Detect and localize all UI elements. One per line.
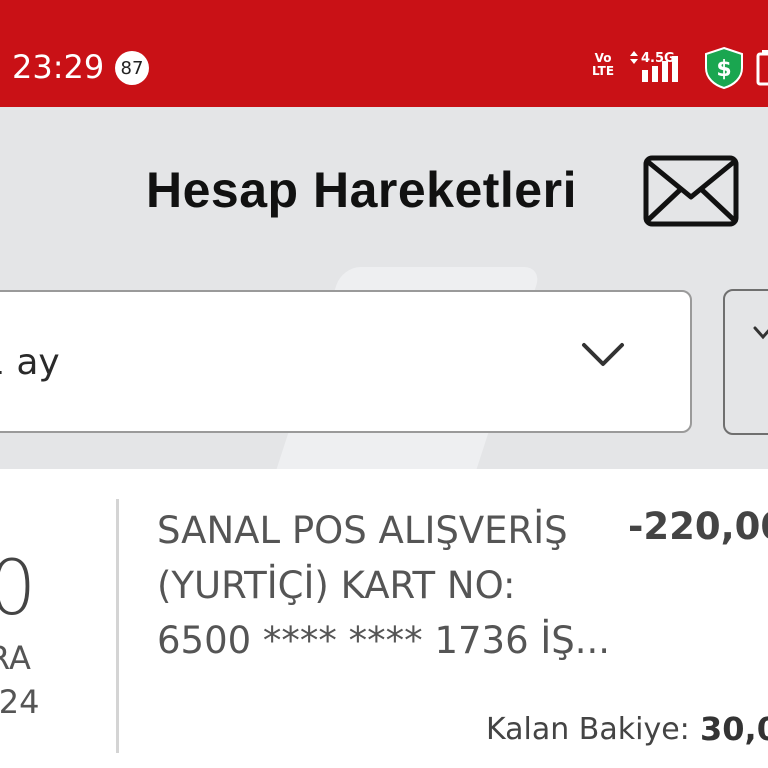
transaction-month: RA [0, 639, 31, 677]
status-bar: 23:29 87 Vo LTE 4.5G $ [0, 0, 768, 107]
transaction-day: 0 [0, 543, 37, 632]
envelope-icon[interactable] [643, 155, 739, 227]
transaction-row[interactable]: 0 RA :24 SANAL POS ALIŞVERİŞ (YURTİÇİ) K… [0, 469, 768, 768]
battery-icon [756, 50, 768, 86]
period-dropdown[interactable]: 1 ay [0, 290, 692, 433]
dollar-shield-icon: $ [705, 46, 743, 90]
divider [116, 499, 119, 753]
volte-icon: Vo LTE [590, 52, 616, 84]
header: Hesap Hareketleri 1 ay [0, 107, 768, 469]
status-time: 23:29 [12, 48, 105, 86]
page-title: Hesap Hareketleri [146, 162, 577, 218]
chevron-down-icon [753, 326, 768, 340]
period-value: 1 ay [0, 342, 60, 383]
network-type-label: 4.5G [641, 51, 675, 66]
notification-count-badge: 87 [115, 51, 149, 85]
signal-icon: 4.5G [630, 51, 678, 82]
filter-button[interactable] [723, 289, 768, 435]
transaction-amount: -220,00 [628, 505, 768, 548]
balance-label: Kalan Bakiye: [486, 712, 690, 747]
svg-text:$: $ [716, 57, 731, 82]
balance-value: 30,0 [700, 710, 768, 748]
volte-bottom-label: LTE [591, 64, 615, 78]
transaction-description: SANAL POS ALIŞVERİŞ (YURTİÇİ) KART NO: 6… [157, 509, 611, 662]
transaction-time: :24 [0, 683, 40, 721]
chevron-down-icon [582, 343, 624, 366]
